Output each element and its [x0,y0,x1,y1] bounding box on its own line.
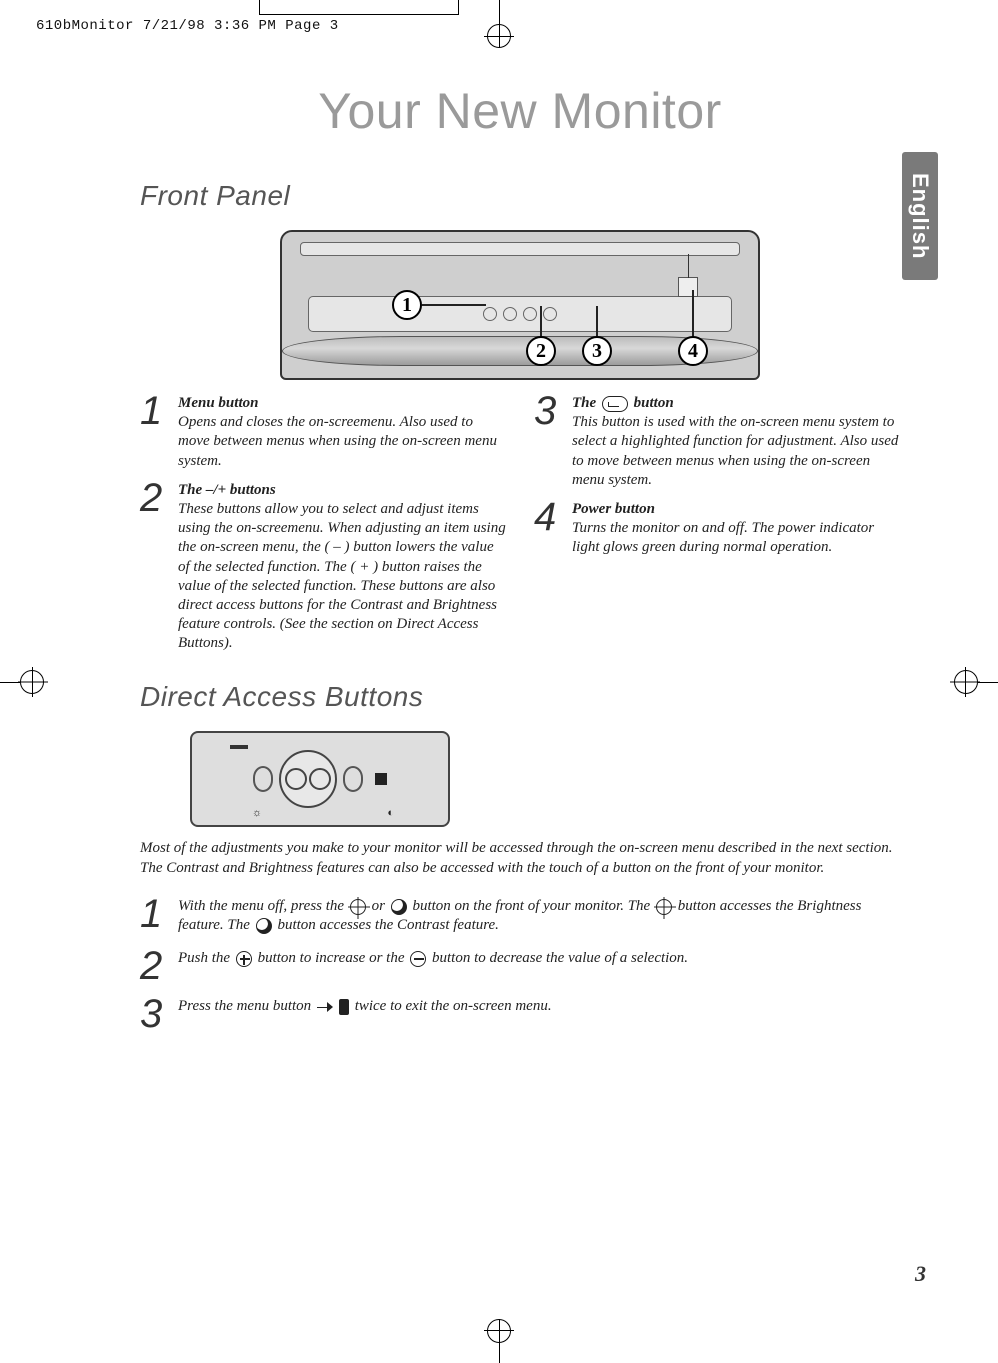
item-heading: The –/+ buttons [178,482,276,498]
step-text: Press the menu button [178,998,315,1014]
language-tab: English [902,152,938,280]
front-item-3: 3 The button This button is used with th… [534,394,900,490]
step-number: 3 [140,997,168,1031]
registration-mark-right [948,662,998,702]
section-direct-access: Direct Access Buttons [140,681,900,713]
front-panel-figure: 1 2 3 4 [280,230,760,380]
page-title: Your New Monitor [140,82,900,140]
front-item-4: 4 Power button Turns the monitor on and … [534,500,900,558]
print-job-header: 610bMonitor 7/21/98 3:36 PM Page 3 [36,18,339,34]
page-number: 3 [915,1261,926,1287]
registration-mark-left [0,662,50,702]
step-text: button to increase or the [254,950,408,966]
item-text: This button is used with the on-screen m… [572,414,898,488]
item-text: Opens and closes the on-screemenu. Also … [178,414,497,468]
item-heading: Menu button [178,395,258,411]
led-graphic [375,773,387,785]
step-text: With the menu off, press the [178,898,348,914]
brightness-icon [656,899,672,915]
page-content: Your New Monitor Front Panel 1 2 3 4 1 M… [140,82,900,1045]
arrow-icon [317,999,335,1015]
item-heading-post: button [630,395,674,411]
power-button-graphic [678,277,698,297]
step-text: Push the [178,950,234,966]
direct-access-intro: Most of the adjustments you make to your… [140,839,900,879]
callout-4: 4 [678,336,708,366]
item-number: 4 [534,500,562,558]
step-3: 3 Press the menu button twice to exit th… [140,997,900,1031]
front-item-1: 1 Menu button Opens and closes the on-sc… [140,394,506,471]
section-front-panel: Front Panel [140,180,900,212]
menu-button-graphic [253,766,273,792]
enter-icon [543,307,557,321]
minus-icon [410,951,426,967]
step-text: button accesses the Contrast feature. [274,917,499,933]
plus-icon [236,951,252,967]
item-number: 2 [140,481,168,654]
menu-icon [483,307,497,321]
contrast-icon [256,918,272,934]
plus-icon [523,307,537,321]
menu-icon [339,999,349,1015]
callout-1: 1 [392,290,422,320]
step-text: twice to exit the on-screen menu. [351,998,552,1014]
adjust-dial-graphic [279,750,337,808]
step-text: or [368,898,389,914]
minus-icon [503,307,517,321]
brightness-icon [350,899,366,915]
step-number: 2 [140,949,168,983]
front-item-2: 2 The –/+ buttons These buttons allow yo… [140,481,506,654]
enter-icon [602,396,628,412]
enter-button-graphic [343,766,363,792]
item-number: 1 [140,394,168,471]
direct-access-figure: ☼ ◐ [190,731,450,827]
step-1: 1 With the menu off, press the or button… [140,897,900,935]
step-text: button on the front of your monitor. The [409,898,654,914]
item-text: These buttons allow you to select and ad… [178,501,506,651]
brightness-icon: ☼ [252,807,262,819]
item-number: 3 [534,394,562,490]
step-number: 1 [140,897,168,931]
contrast-icon: ◐ [387,807,394,819]
item-heading: Power button [572,501,655,517]
item-text: Turns the monitor on and off. The power … [572,520,874,555]
step-2: 2 Push the button to increase or the but… [140,949,900,983]
callout-3: 3 [582,336,612,366]
registration-mark-top [459,0,539,56]
registration-mark-bottom [469,1313,529,1363]
item-heading-pre: The [572,395,600,411]
contrast-icon [391,899,407,915]
callout-2: 2 [526,336,556,366]
step-text: button to decrease the value of a select… [428,950,688,966]
language-tab-label: English [907,173,933,259]
